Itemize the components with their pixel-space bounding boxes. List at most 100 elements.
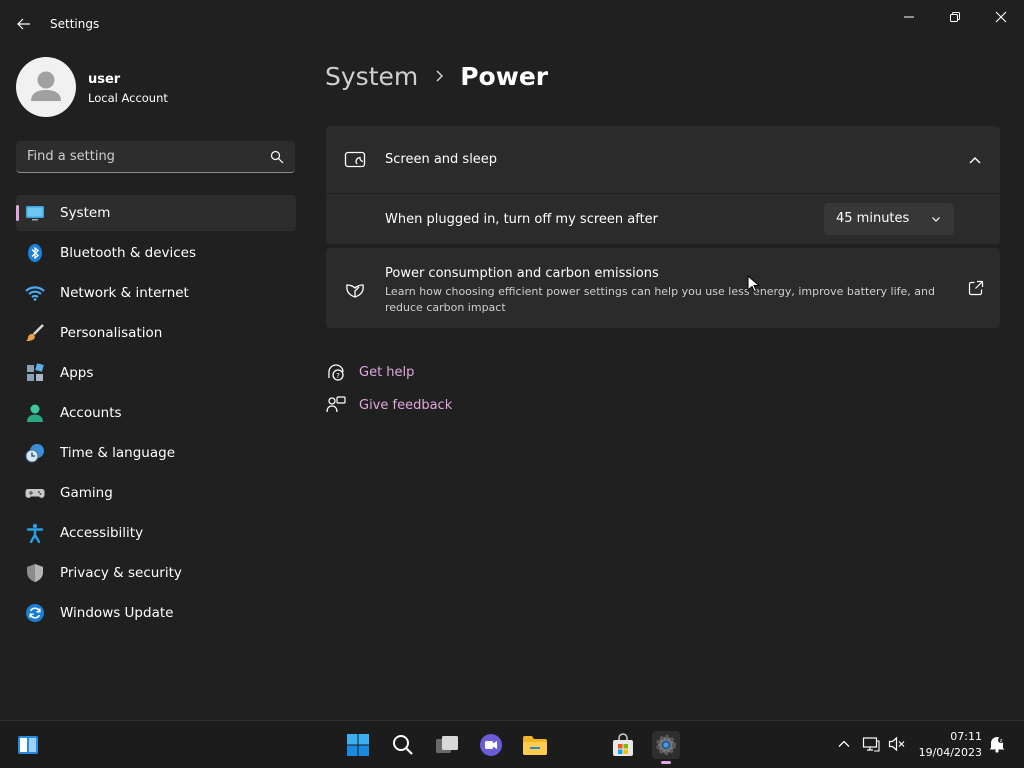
restore-button[interactable] [940,6,970,28]
chevron-up-icon [838,740,850,747]
search-taskbar-button[interactable] [389,731,417,759]
sidebar-nav: System Bluetooth & devices Network & int… [16,195,296,635]
file-explorer-button[interactable] [521,731,549,759]
sidebar-item-gaming[interactable]: Gaming [16,475,296,511]
chevron-right-icon [436,70,444,82]
minimize-button[interactable] [894,6,924,28]
volume-tray-button[interactable] [888,735,906,753]
plugged-in-label: When plugged in, turn off my screen afte… [385,212,659,227]
user-profile[interactable]: user Local Account [16,56,296,118]
sidebar-item-label: Gaming [60,485,113,501]
clock-date: 19/04/2023 [918,746,982,759]
help-chat-icon: ? [328,364,344,381]
user-silhouette-icon [31,71,61,101]
sidebar-item-label: Bluetooth & devices [60,245,197,261]
screen-sleep-icon [344,151,366,168]
show-hidden-icons-button[interactable] [835,735,853,753]
sidebar-item-bluetooth[interactable]: Bluetooth & devices [16,235,296,271]
power-consumption-card[interactable]: Power consumption and carbon emissions L… [326,248,1000,328]
back-arrow-icon [17,18,30,30]
screen-timeout-dropdown[interactable]: 45 minutes [824,203,954,235]
account-type: Local Account [88,91,168,105]
svg-text:z: z [1000,738,1003,744]
back-button[interactable] [14,14,34,34]
user-name: user [88,72,121,87]
screen-sleep-title: Screen and sleep [385,152,498,167]
network-monitor-icon [862,737,880,752]
chevron-up-icon[interactable] [968,153,982,167]
microsoft-store-button[interactable] [609,731,637,759]
power-consumption-title: Power consumption and carbon emissions [385,266,659,281]
plugged-in-screen-row: When plugged in, turn off my screen afte… [326,194,1000,244]
sidebar-item-label: Windows Update [60,605,174,621]
wifi-icon [25,286,45,301]
task-view-icon [436,736,458,753]
selection-indicator [16,205,19,221]
breadcrumb-parent[interactable]: System [325,62,418,91]
sidebar-item-privacy[interactable]: Privacy & security [16,555,296,591]
shield-icon [27,564,43,582]
sidebar-item-label: Time & language [60,445,176,461]
get-help-link[interactable]: ? Get help [326,361,414,383]
active-app-indicator [661,761,671,764]
leaf-icon [346,284,364,298]
sidebar-item-accounts[interactable]: Accounts [16,395,296,431]
apps-icon [27,363,44,381]
windows-logo-icon [347,734,369,756]
sidebar-item-label: Accessibility [60,525,144,541]
network-tray-button[interactable] [862,735,880,753]
start-button[interactable] [344,731,372,759]
store-bag-icon [613,733,633,756]
update-icon [26,604,44,622]
notification-bell-icon: z [989,737,1005,753]
search-icon[interactable] [270,150,284,164]
breadcrumb-separator [418,69,460,83]
widgets-button[interactable] [14,731,42,759]
search-icon [393,735,413,755]
widgets-icon [18,736,38,754]
minimize-icon [904,16,914,18]
chat-button[interactable] [477,731,505,759]
title-bar: Settings [0,0,1024,48]
settings-taskbar-button[interactable] [652,731,680,764]
notifications-button[interactable]: z [988,735,1006,753]
sidebar-item-windows-update[interactable]: Windows Update [16,595,296,631]
gamepad-icon [25,489,45,498]
dropdown-value: 45 minutes [836,211,910,226]
breadcrumb: System Power [325,58,548,94]
sidebar-item-accessibility[interactable]: Accessibility [16,515,296,551]
taskbar: 07:11 19/04/2023 z [0,720,1024,768]
folder-icon [523,736,547,755]
sidebar-item-apps[interactable]: Apps [16,355,296,391]
sidebar-item-label: Personalisation [60,325,163,341]
give-feedback-link[interactable]: Give feedback [326,394,452,416]
mouse-cursor-icon [747,275,759,293]
clock-time: 07:11 [950,730,982,743]
sidebar-item-network[interactable]: Network & internet [16,275,296,311]
sidebar-item-label: System [60,205,111,221]
power-consumption-description: Learn how choosing efficient power setti… [385,285,935,314]
screen-sleep-expander[interactable]: Screen and sleep [326,126,1000,193]
task-view-button[interactable] [433,731,461,759]
bluetooth-icon [28,244,42,262]
sidebar-item-label: Accounts [60,405,122,421]
gear-icon [656,735,676,755]
svg-text:?: ? [336,372,340,380]
close-button[interactable] [986,6,1016,28]
get-help-label: Get help [359,364,415,380]
search-input[interactable]: Find a setting [16,141,295,173]
close-icon [995,11,1007,23]
teams-chat-icon [480,734,502,756]
taskbar-clock[interactable]: 07:11 19/04/2023 [912,729,982,761]
clock-globe-icon [25,444,44,463]
sidebar-item-personalisation[interactable]: Personalisation [16,315,296,351]
volume-muted-icon [888,736,905,752]
accessibility-icon [26,523,44,543]
feedback-icon [326,396,346,413]
search-placeholder: Find a setting [27,149,115,164]
accounts-icon [27,404,43,422]
sidebar-item-time-language[interactable]: Time & language [16,435,296,471]
chevron-down-icon [932,217,940,222]
sidebar-item-system[interactable]: System [16,195,296,231]
sidebar-item-label: Network & internet [60,285,189,301]
